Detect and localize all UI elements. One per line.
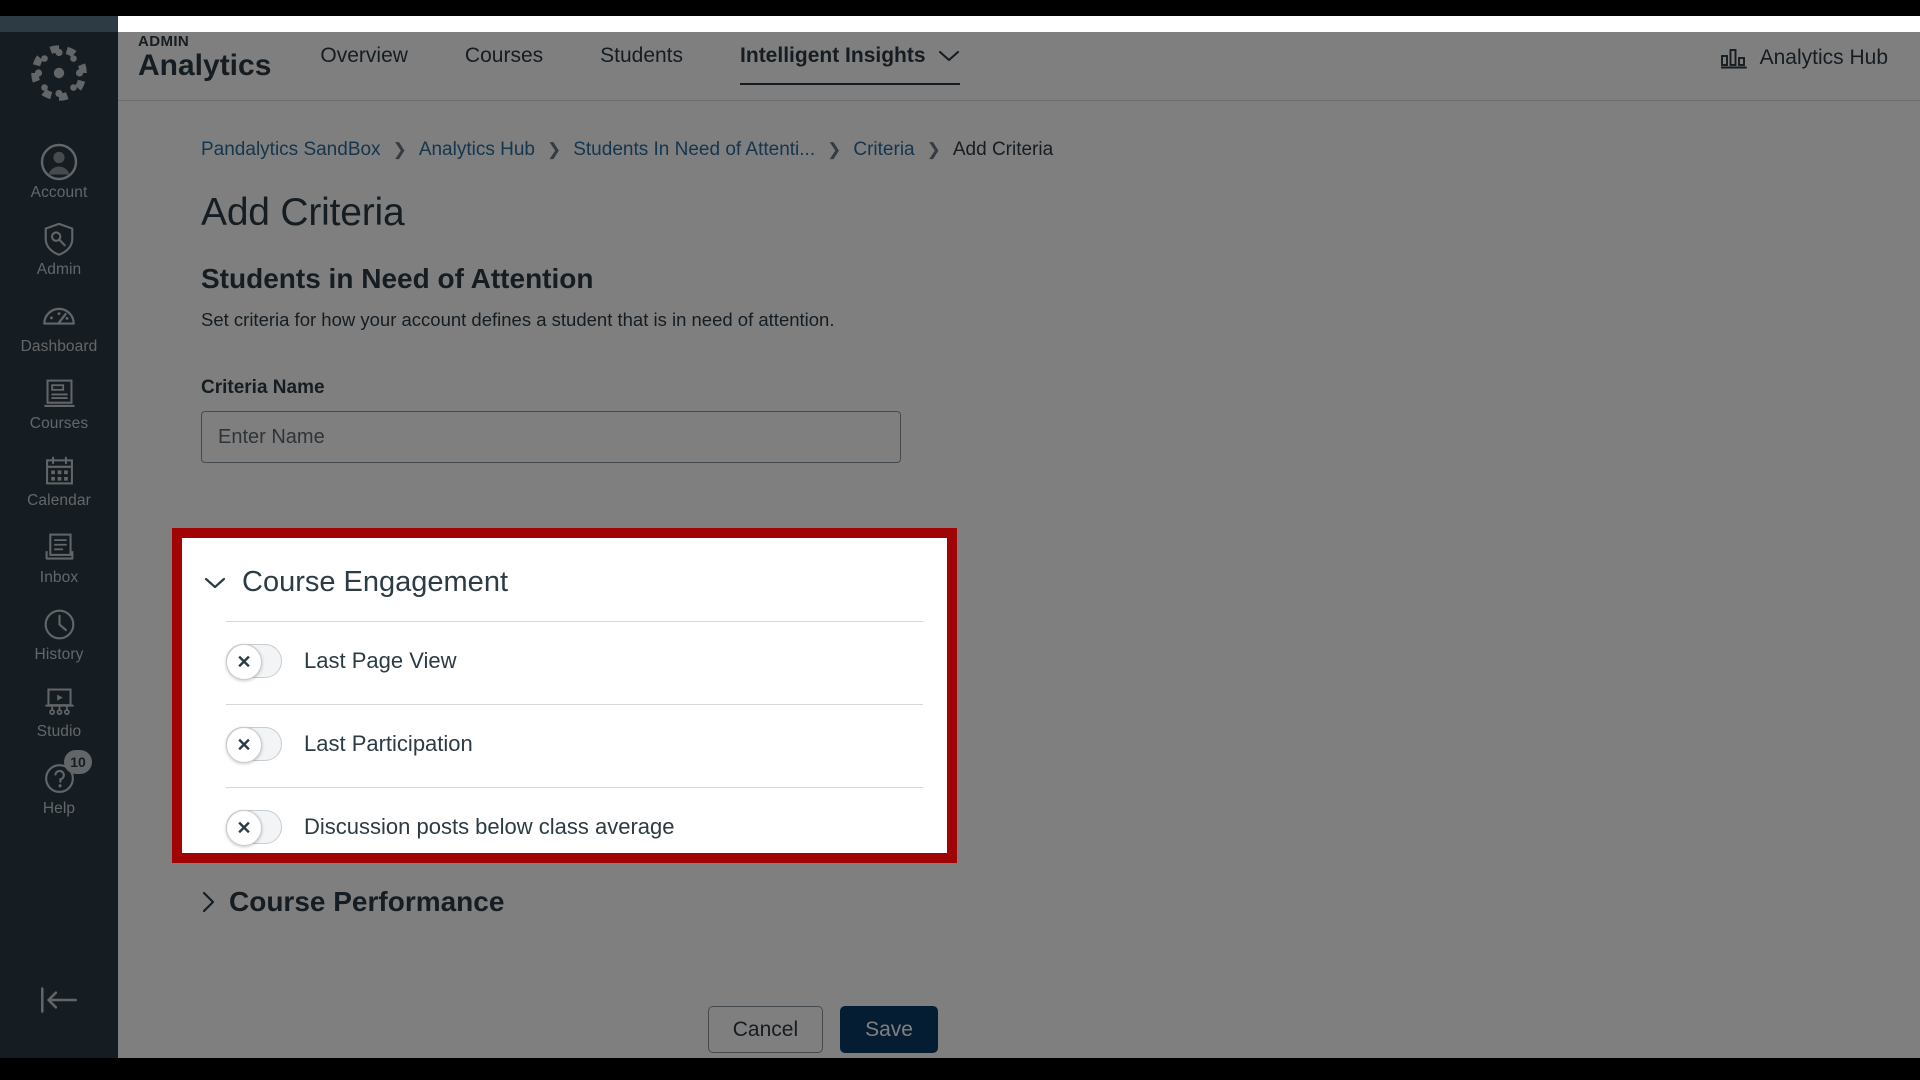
breadcrumb-separator-icon: ❯ [546,140,562,159]
toggle-knob-glyph: ✕ [226,727,262,763]
chevron-down-icon [938,49,960,63]
sidebar-item-studio[interactable]: Studio [0,673,118,750]
highlighted-course-engagement-panel: Course Engagement ✕ Last Page View ✕ Las… [172,528,957,863]
criteria-row: ✕ Last Page View [182,622,947,682]
sidebar-item-account[interactable]: Account [0,134,118,211]
bar-chart-icon [1720,47,1747,69]
sidebar-item-help[interactable]: 10 Help [0,750,118,827]
breadcrumb: Pandalytics SandBox ❯ Analytics Hub ❯ St… [118,139,1920,161]
shield-wrench-icon [40,220,78,258]
sidebar-item-label: History [34,646,84,664]
tab-label: Overview [320,44,408,67]
user-circle-icon [40,143,78,181]
criteria-row: ✕ Last Participation [182,705,947,765]
accordion-title: Course Performance [229,886,505,917]
breadcrumb-item-pandalytics-sandbox[interactable]: Pandalytics SandBox [201,139,381,161]
page-title: Add Criteria [201,191,405,234]
criteria-name-label: Criteria Name [201,377,325,398]
criteria-row: ✕ Discussion posts below class average [182,788,947,848]
tab-courses[interactable]: Courses [465,16,543,101]
criteria-label: Last Participation [304,731,473,756]
question-circle-icon: 10 [40,750,92,797]
accordion-course-engagement[interactable]: Course Engagement [182,538,947,599]
global-navigation-sidebar: Account Admin Dashboard Courses Calendar… [0,16,118,1058]
collapse-left-arrow-icon[interactable] [0,984,118,1016]
form-actions: Cancel Save [118,1006,938,1053]
clock-icon [40,605,78,643]
analytics-hub-label: Analytics Hub [1759,46,1888,69]
sidebar-item-inbox[interactable]: Inbox [0,519,118,596]
sidebar-item-history[interactable]: History [0,596,118,673]
save-button[interactable]: Save [840,1006,938,1053]
sidebar-item-label: Studio [36,723,82,741]
accordion-title: Course Engagement [242,566,508,598]
breadcrumb-item-students-in-need-of-attention[interactable]: Students In Need of Attenti... [573,139,815,161]
sidebar-item-calendar[interactable]: Calendar [0,442,118,519]
sidebar-item-dashboard[interactable]: Dashboard [0,288,118,365]
book-icon [40,374,78,412]
toggle-last-page-view[interactable]: ✕ [226,644,282,680]
brand-title: Analytics [138,48,272,82]
sidebar-item-admin[interactable]: Admin [0,211,118,288]
breadcrumb-separator-icon: ❯ [926,140,941,159]
sidebar-item-label: Admin [36,261,82,279]
sidebar-item-label: Calendar [27,492,91,510]
tab-label: Students [600,44,684,67]
sidebar-item-label: Dashboard [20,338,98,356]
accordion-course-performance[interactable]: Course Performance [201,886,504,918]
brand-block: ADMIN Analytics [138,34,271,83]
tab-students[interactable]: Students [600,16,683,101]
analytics-hub-link[interactable]: Analytics Hub [1720,46,1888,70]
tab-overview[interactable]: Overview [320,16,408,101]
sidebar-item-label: Help [42,800,76,818]
sidebar-item-courses[interactable]: Courses [0,365,118,442]
tab-label: Courses [464,44,544,67]
sidebar-item-label: Inbox [39,569,79,587]
calendar-icon [40,451,78,489]
sidebar-item-label: Courses [29,415,89,433]
breadcrumb-separator-icon: ❯ [827,140,842,159]
criteria-label: Discussion posts below class average [304,814,675,839]
screenshot-frame: Account Admin Dashboard Courses Calendar… [0,0,1920,1080]
breadcrumb-item-analytics-hub[interactable]: Analytics Hub [419,139,535,161]
inbox-tray-icon [40,528,78,566]
toggle-knob-glyph: ✕ [226,644,262,680]
breadcrumb-item-add-criteria: Add Criteria [952,139,1054,160]
section-title: Students in Need of Attention [201,263,594,294]
browser-viewport: Account Admin Dashboard Courses Calendar… [0,16,1920,1058]
gauge-icon [40,297,78,335]
tab-label: Intelligent Insights [740,44,926,67]
studio-screen-icon [40,682,78,720]
primary-tabs: Overview Courses Students Intelligent In… [320,16,1016,101]
sidebar-item-label: Account [30,184,88,201]
section-description: Set criteria for how your account define… [201,309,835,330]
help-notification-badge: 10 [64,750,92,775]
brand-eyebrow: ADMIN [138,32,190,50]
breadcrumb-item-criteria[interactable]: Criteria [853,139,914,161]
toggle-last-participation[interactable]: ✕ [226,727,282,763]
breadcrumb-separator-icon: ❯ [392,140,407,159]
analytics-app-header: ADMIN Analytics Overview Courses Student… [118,16,1920,101]
criteria-label: Last Page View [304,648,457,673]
chevron-down-icon [204,576,226,590]
toggle-discussion-posts-below-class-average[interactable]: ✕ [226,810,282,846]
canvas-logo-icon[interactable] [28,42,90,104]
cancel-button[interactable]: Cancel [707,1006,824,1053]
toggle-knob-glyph: ✕ [226,810,262,846]
chevron-right-icon [201,891,215,913]
criteria-name-input[interactable] [201,411,901,463]
tab-intelligent-insights[interactable]: Intelligent Insights [740,16,960,101]
